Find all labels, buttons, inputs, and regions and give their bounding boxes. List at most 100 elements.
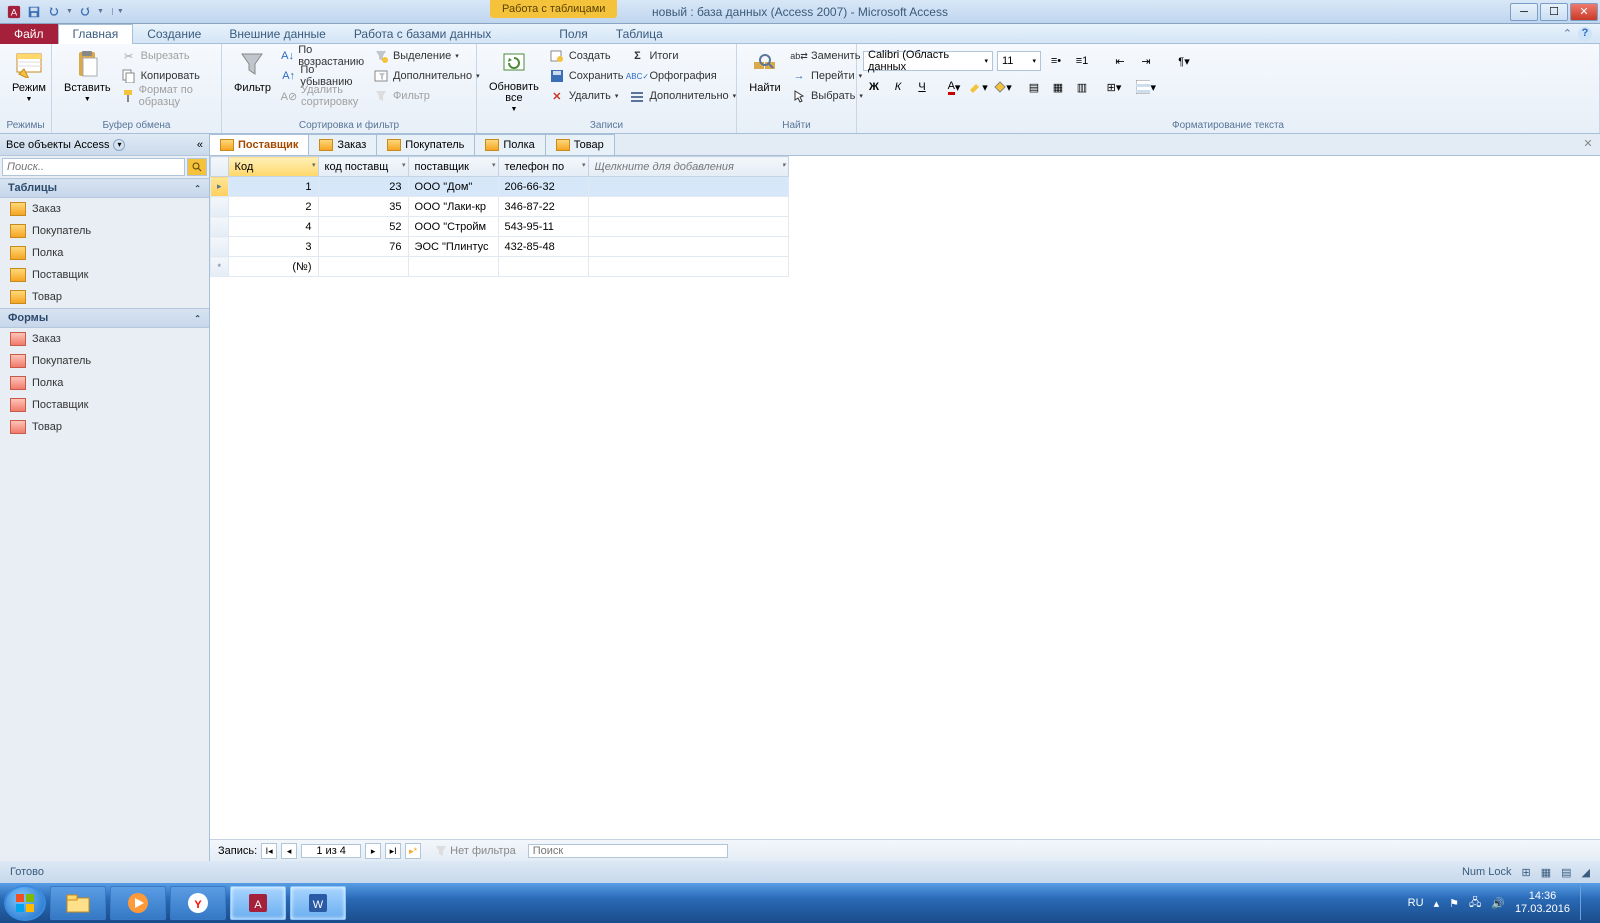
document-tab[interactable]: Покупатель (376, 134, 475, 155)
numbering-icon[interactable]: ≡1 (1071, 50, 1093, 72)
save-icon[interactable] (26, 4, 42, 20)
tray-show-hidden-icon[interactable]: ▴ (1434, 897, 1440, 910)
cell[interactable]: 1 (228, 177, 318, 197)
taskbar-yandex[interactable]: Y (170, 886, 226, 920)
tray-flag-icon[interactable]: ⚑ (1449, 897, 1459, 910)
record-search-input[interactable] (528, 844, 728, 858)
format-painter-button[interactable]: Формат по образцу (119, 86, 215, 106)
alt-row-color-button[interactable]: ▾ (1135, 76, 1157, 98)
document-tab[interactable]: Товар (545, 134, 615, 155)
cell[interactable]: ООО "Лаки-кр (408, 197, 498, 217)
table-row[interactable]: ▸123ООО "Дом"206-66-32 (211, 177, 789, 197)
undo-icon[interactable] (46, 4, 62, 20)
nav-header[interactable]: Все объекты Access▾« (0, 134, 209, 156)
table-row[interactable]: 376ЭОС "Плинтус432-85-48 (211, 237, 789, 257)
view-design-icon[interactable]: ◢ (1582, 866, 1590, 879)
tab-home[interactable]: Главная (58, 24, 134, 44)
cell[interactable]: ЭОС "Плинтус (408, 237, 498, 257)
goto-button[interactable]: →Перейти▾ (789, 66, 865, 86)
cell[interactable] (588, 177, 788, 197)
nav-category-tables[interactable]: Таблицы⌃ (0, 178, 209, 198)
tray-clock[interactable]: 14:3617.03.2016 (1515, 890, 1570, 916)
cell[interactable]: 543-95-11 (498, 217, 588, 237)
cell[interactable]: ООО "Дом" (408, 177, 498, 197)
nav-table-item[interactable]: Покупатель (0, 220, 209, 242)
nav-table-item[interactable]: Товар (0, 286, 209, 308)
align-center-icon[interactable]: ▦ (1047, 76, 1069, 98)
sort-desc-button[interactable]: A↑По убыванию (279, 66, 369, 86)
cell[interactable]: 432-85-48 (498, 237, 588, 257)
maximize-button[interactable]: ☐ (1540, 3, 1568, 21)
new-row[interactable]: *(№) (211, 257, 789, 277)
paste-button[interactable]: Вставить▼ (58, 46, 117, 105)
prev-record-button[interactable]: ◂ (281, 843, 297, 859)
cell[interactable]: 23 (318, 177, 408, 197)
nav-form-item[interactable]: Покупатель (0, 350, 209, 372)
italic-button[interactable]: К (887, 76, 909, 98)
tab-table[interactable]: Таблица (602, 24, 677, 44)
cell[interactable] (408, 257, 498, 277)
taskbar-media[interactable] (110, 886, 166, 920)
ribbon-min-icon[interactable]: ⌃ (1563, 27, 1572, 41)
bullets-icon[interactable]: ≡• (1045, 50, 1067, 72)
document-tab[interactable]: Полка (474, 134, 545, 155)
cell[interactable]: ООО "Стройм (408, 217, 498, 237)
cell[interactable] (588, 257, 788, 277)
column-header[interactable]: Код▾ (228, 157, 318, 177)
tray-network-icon[interactable]: 🖧 (1469, 894, 1481, 913)
new-record-nav-button[interactable]: ▸* (405, 843, 421, 859)
advanced-filter-button[interactable]: Дополнительно▾ (371, 66, 482, 86)
toggle-filter-button[interactable]: Фильтр (371, 86, 482, 106)
more-records-button[interactable]: Дополнительно▾ (627, 86, 738, 106)
show-desktop-button[interactable] (1580, 886, 1588, 920)
qat-customize-icon[interactable]: ▼ (112, 8, 124, 15)
cell[interactable]: (№) (228, 257, 318, 277)
row-selector[interactable]: ▸ (211, 177, 229, 197)
column-header[interactable]: телефон по▾ (498, 157, 588, 177)
cell[interactable]: 52 (318, 217, 408, 237)
tab-file[interactable]: Файл (0, 24, 58, 44)
view-datasheet-icon[interactable]: ⊞ (1522, 866, 1531, 879)
select-all-cell[interactable] (211, 157, 229, 177)
underline-button[interactable]: Ч (911, 76, 933, 98)
totals-button[interactable]: ΣИтоги (627, 46, 738, 66)
column-header[interactable]: поставщик▾ (408, 157, 498, 177)
record-position-input[interactable] (301, 844, 361, 858)
save-record-button[interactable]: Сохранить (547, 66, 626, 86)
datasheet-grid[interactable]: Код▾ код поставщ▾ поставщик▾ телефон по▾… (210, 156, 1600, 839)
sort-asc-button[interactable]: A↓По возрастанию (279, 46, 369, 66)
view-layout-icon[interactable]: ▤ (1561, 866, 1571, 879)
new-record-button[interactable]: Создать (547, 46, 626, 66)
cut-button[interactable]: ✂Вырезать (119, 46, 215, 66)
cell[interactable]: 2 (228, 197, 318, 217)
font-combo[interactable]: Calibri (Область данных▾ (863, 51, 993, 71)
select-button[interactable]: Выбрать▾ (789, 86, 865, 106)
nav-table-item[interactable]: Поставщик (0, 264, 209, 286)
align-right-icon[interactable]: ▥ (1071, 76, 1093, 98)
row-selector[interactable]: * (211, 257, 229, 277)
nav-form-item[interactable]: Поставщик (0, 394, 209, 416)
row-selector[interactable] (211, 237, 229, 257)
indent-decrease-icon[interactable]: ⇤ (1109, 50, 1131, 72)
nav-table-item[interactable]: Полка (0, 242, 209, 264)
undo-dropdown-icon[interactable]: ▼ (66, 8, 73, 15)
cell[interactable]: 3 (228, 237, 318, 257)
view-form-icon[interactable]: ▦ (1541, 866, 1551, 879)
tab-fields[interactable]: Поля (545, 24, 602, 44)
minimize-button[interactable]: ─ (1510, 3, 1538, 21)
help-icon[interactable]: ? (1578, 27, 1592, 41)
redo-icon[interactable] (77, 4, 93, 20)
taskbar-explorer[interactable] (50, 886, 106, 920)
start-button[interactable] (4, 885, 46, 921)
copy-button[interactable]: Копировать (119, 66, 215, 86)
cell[interactable] (588, 197, 788, 217)
selection-button[interactable]: Выделение▾ (371, 46, 482, 66)
nav-form-item[interactable]: Заказ (0, 328, 209, 350)
bold-button[interactable]: Ж (863, 76, 885, 98)
find-button[interactable]: Найти (743, 46, 787, 96)
close-button[interactable]: ✕ (1570, 3, 1598, 21)
clear-sort-button[interactable]: A⊘Удалить сортировку (279, 86, 369, 106)
close-tab-icon[interactable]: ✕ (1580, 137, 1596, 153)
row-selector[interactable] (211, 197, 229, 217)
chevron-down-icon[interactable]: ▾ (113, 139, 125, 151)
